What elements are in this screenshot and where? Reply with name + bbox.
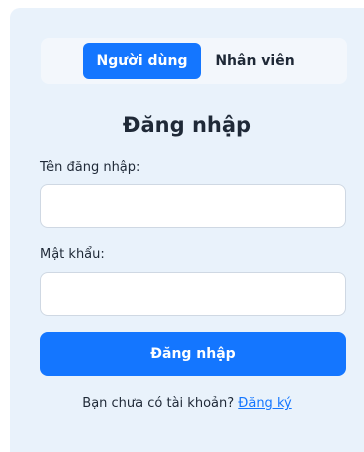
register-prompt-text: Bạn chưa có tài khoản? [82,396,235,411]
username-label: Tên đăng nhập: [40,160,141,175]
page-title: Đăng nhập [122,113,252,137]
password-label: Mật khẩu: [40,247,105,262]
username-input[interactable] [40,184,346,228]
tab-user[interactable]: Người dùng [83,43,201,79]
login-button[interactable]: Đăng nhập [40,332,346,376]
login-card: Người dùng Nhân viên Đăng nhập Tên đăng … [10,8,364,452]
password-input[interactable] [40,272,346,316]
register-prompt: Bạn chưa có tài khoản? Đăng ký [10,396,364,411]
tab-staff[interactable]: Nhân viên [206,43,304,79]
user-type-tabs: Người dùng Nhân viên [41,38,347,84]
register-link[interactable]: Đăng ký [238,396,291,411]
